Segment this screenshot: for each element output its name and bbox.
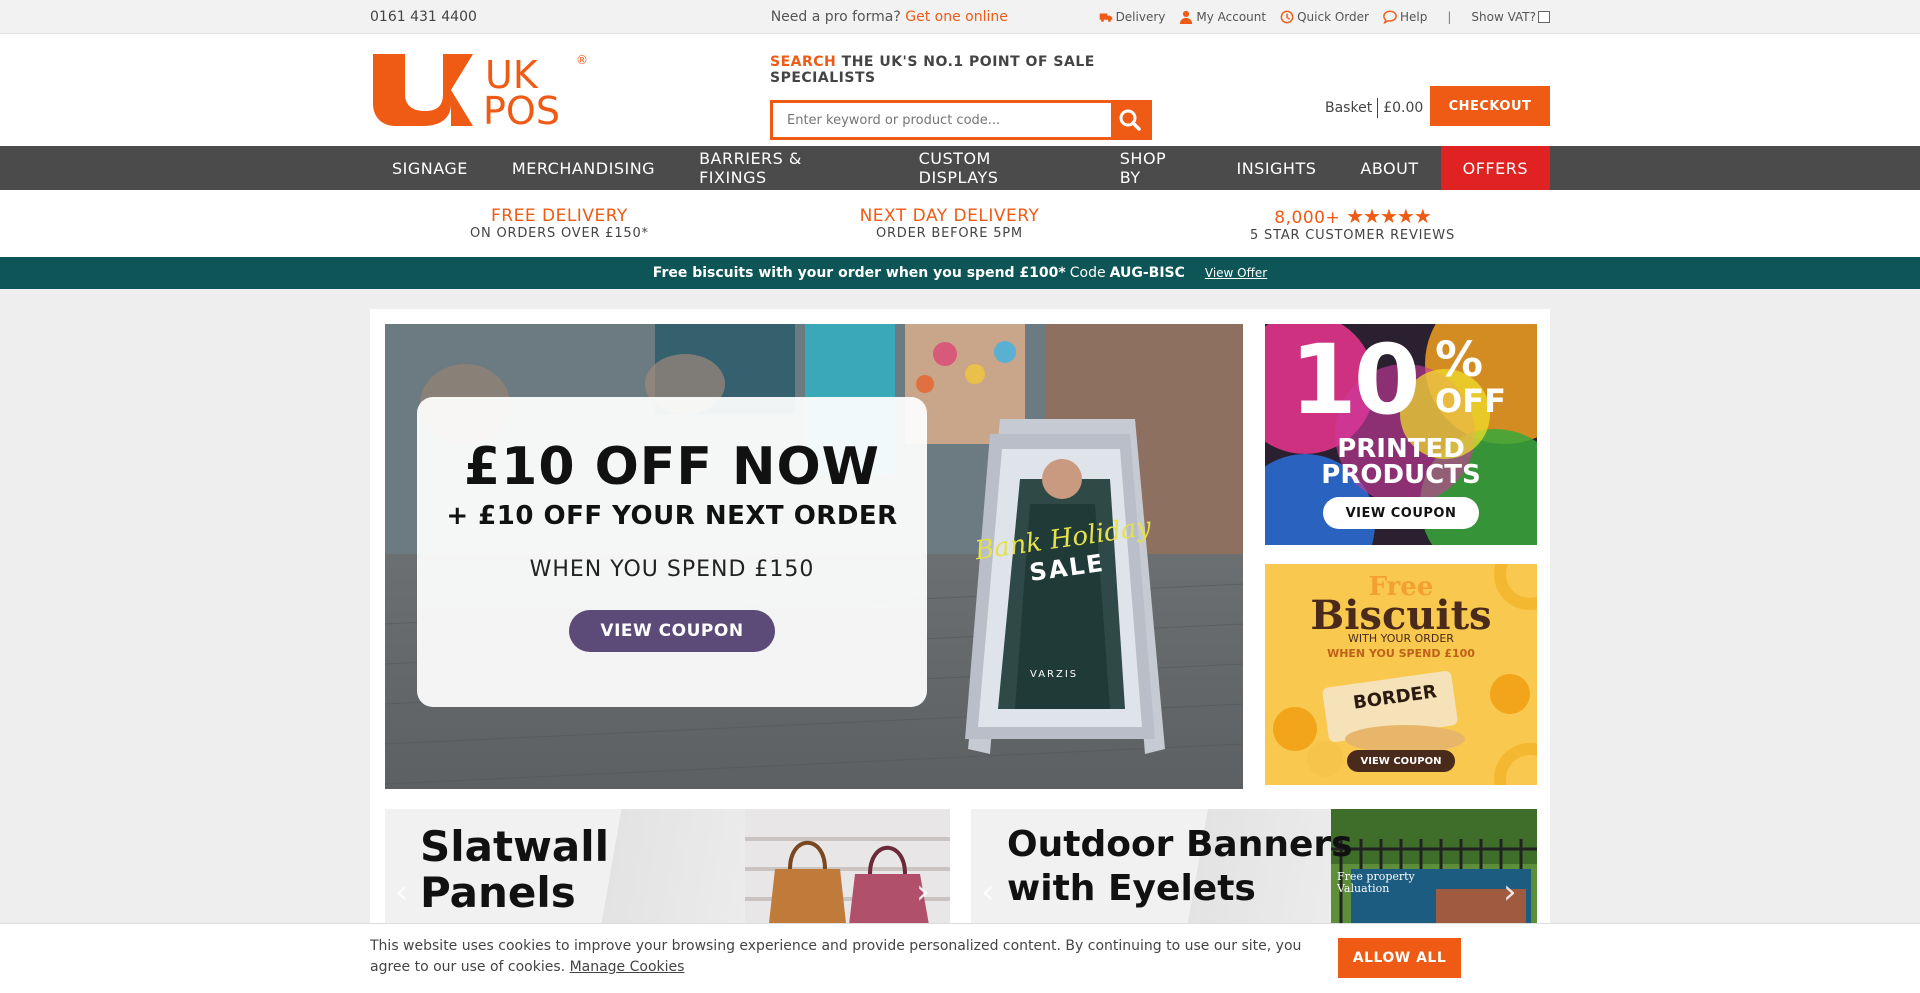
free-biscuits-promo[interactable]: Free Biscuits WITH YOUR ORDER WHEN YOU S… xyxy=(1265,564,1537,785)
slatwall-prev-arrow[interactable]: ‹ xyxy=(395,875,417,909)
utility-links: Delivery My Account Quick Order Help | S… xyxy=(1099,10,1550,24)
printed-products-promo[interactable]: 10 % OFF PRINTED PRODUCTS VIEW COUPON xyxy=(1265,324,1537,545)
hero-offer-card: £10 OFF NOW + £10 OFF YOUR NEXT ORDER WH… xyxy=(417,397,927,707)
outdoor-line1: Outdoor Banners xyxy=(1007,824,1353,865)
promo-spend: WHEN YOU SPEND £100 xyxy=(1327,647,1475,660)
search-icon xyxy=(1119,109,1141,131)
show-vat-toggle[interactable]: Show VAT? xyxy=(1471,10,1550,24)
usp-reviews[interactable]: 8,000+ ★★★★★ 5 STAR CUSTOMER REVIEWS xyxy=(1250,204,1455,243)
basket-total: £0.00 xyxy=(1383,100,1424,116)
tagline: SEARCH THE UK'S NO.1 POINT OF SALE SPECI… xyxy=(770,54,1160,86)
slatwall-title: Slatwall Panels xyxy=(420,824,609,916)
nav-item-offers[interactable]: OFFERS xyxy=(1440,146,1550,190)
slatwall-line1: Slatwall xyxy=(420,822,609,871)
hero-view-coupon-button[interactable]: VIEW COUPON xyxy=(569,610,775,652)
promo-big-number: 10 xyxy=(1290,324,1421,436)
svg-text:®: ® xyxy=(576,54,588,67)
promo-percent: % xyxy=(1435,332,1484,388)
review-count: 8,000+ xyxy=(1274,208,1341,228)
nav-item-barriers-fixings[interactable]: BARRIERS & FIXINGS xyxy=(677,146,897,190)
nav-item-shop-by[interactable]: SHOP BY xyxy=(1098,146,1215,190)
my-account-link[interactable]: My Account xyxy=(1179,10,1266,24)
promo-line-products: PRODUCTS xyxy=(1321,460,1481,490)
show-vat-label: Show VAT? xyxy=(1471,10,1536,24)
cookie-banner: This website uses cookies to improve you… xyxy=(0,923,1920,993)
view-offer-link[interactable]: View Offer xyxy=(1205,266,1267,280)
tagline-highlight: SEARCH xyxy=(770,54,837,70)
usp-subtitle: 5 STAR CUSTOMER REVIEWS xyxy=(1250,228,1455,243)
basket-label: Basket xyxy=(1325,100,1373,116)
a-board-sign: Bank Holiday SALE VARZIS xyxy=(960,409,1170,773)
printed-view-coupon-button[interactable]: VIEW COUPON xyxy=(1323,497,1479,529)
slatwall-next-arrow[interactable]: › xyxy=(916,875,938,909)
nav-item-merchandising[interactable]: MERCHANDISING xyxy=(490,146,677,190)
nav-item-signage[interactable]: SIGNAGE xyxy=(370,146,490,190)
usp-title: NEXT DAY DELIVERY xyxy=(859,206,1040,226)
outdoor-line2: with Eyelets xyxy=(1007,868,1256,909)
ukpos-logo[interactable]: UK POS ® xyxy=(373,53,593,133)
outdoor-banners-title: Outdoor Banners with Eyelets xyxy=(1007,823,1353,911)
promo-with-order: WITH YOUR ORDER xyxy=(1348,632,1454,645)
chat-icon xyxy=(1383,10,1397,24)
user-icon xyxy=(1180,10,1193,24)
hero-banner[interactable]: £10 OFF NOW + £10 OFF YOUR NEXT ORDER WH… xyxy=(385,324,1243,789)
promo-off: OFF xyxy=(1435,382,1506,420)
promo-text: Free biscuits with your order when you s… xyxy=(652,265,1066,281)
outdoor-next-arrow[interactable]: › xyxy=(1503,875,1525,909)
pro-forma-text: Need a pro forma? xyxy=(770,9,901,25)
star-rating-icon: ★★★★★ xyxy=(1346,204,1432,228)
hero-subheadline: + £10 OFF YOUR NEXT ORDER xyxy=(446,501,898,531)
usp-free-delivery[interactable]: FREE DELIVERY ON ORDERS OVER £150* xyxy=(470,206,649,241)
board-brand-text: VARZIS xyxy=(1030,669,1079,680)
nav-item-about[interactable]: ABOUT xyxy=(1338,146,1440,190)
delivery-link[interactable]: Delivery xyxy=(1099,10,1166,24)
search-box xyxy=(770,100,1152,140)
usp-subtitle: ON ORDERS OVER £150* xyxy=(470,226,649,241)
quick-order-label: Quick Order xyxy=(1297,10,1369,24)
search-button[interactable] xyxy=(1111,103,1149,137)
cookie-text: This website uses cookies to improve you… xyxy=(370,938,1302,975)
biscuits-view-coupon-button[interactable]: VIEW COUPON xyxy=(1347,750,1455,772)
svg-text:POS: POS xyxy=(483,89,560,126)
separator: | xyxy=(1447,10,1452,24)
show-vat-checkbox[interactable] xyxy=(1538,11,1550,23)
phone-number[interactable]: 0161 431 4400 xyxy=(370,9,670,25)
checkout-button[interactable]: CHECKOUT xyxy=(1430,86,1550,126)
search-input[interactable] xyxy=(773,103,1111,137)
usp-next-day[interactable]: NEXT DAY DELIVERY ORDER BEFORE 5PM xyxy=(860,206,1040,241)
quick-order-link[interactable]: Quick Order xyxy=(1280,10,1369,24)
cookie-message: This website uses cookies to improve you… xyxy=(370,936,1320,978)
clock-icon xyxy=(1280,10,1294,24)
promo-code-label: Code xyxy=(1069,265,1106,281)
hero-condition: WHEN YOU SPEND £150 xyxy=(529,557,815,582)
promo-line-printed: PRINTED xyxy=(1337,434,1465,464)
truck-icon xyxy=(1099,13,1112,22)
main-nav: SIGNAGE MERCHANDISING BARRIERS & FIXINGS… xyxy=(0,146,1920,190)
my-account-label: My Account xyxy=(1196,10,1267,24)
manage-cookies-link[interactable]: Manage Cookies xyxy=(570,959,685,975)
allow-all-cookies-button[interactable]: ALLOW ALL xyxy=(1338,938,1461,978)
nav-item-insights[interactable]: INSIGHTS xyxy=(1214,146,1338,190)
help-label: Help xyxy=(1399,10,1428,24)
search-area: SEARCH THE UK'S NO.1 POINT OF SALE SPECI… xyxy=(770,54,1160,140)
pro-forma-link[interactable]: Get one online xyxy=(905,9,1008,25)
usp-title: FREE DELIVERY xyxy=(491,206,628,226)
basket-summary[interactable]: Basket £0.00 xyxy=(1325,98,1423,118)
hero-headline: £10 OFF NOW xyxy=(463,437,881,497)
help-link[interactable]: Help xyxy=(1383,10,1427,24)
basket-divider xyxy=(1377,98,1379,118)
slatwall-line2: Panels xyxy=(420,868,576,917)
usp-title: 8,000+ ★★★★★ xyxy=(1250,204,1455,228)
pro-forma-prompt: Need a pro forma? Get one online xyxy=(670,9,1099,25)
header: UK POS ® SEARCH THE UK'S NO.1 POINT OF S… xyxy=(0,34,1920,146)
usp-bar: FREE DELIVERY ON ORDERS OVER £150* NEXT … xyxy=(0,190,1920,257)
outdoor-prev-arrow[interactable]: ‹ xyxy=(981,875,1003,909)
nav-item-custom-displays[interactable]: CUSTOM DISPLAYS xyxy=(897,146,1098,190)
promo-bar: Free biscuits with your order when you s… xyxy=(0,257,1920,289)
delivery-label: Delivery xyxy=(1115,10,1166,24)
usp-subtitle: ORDER BEFORE 5PM xyxy=(875,226,1023,241)
content-panel: £10 OFF NOW + £10 OFF YOUR NEXT ORDER WH… xyxy=(370,309,1550,959)
promo-code: AUG-BISC xyxy=(1109,265,1185,281)
top-bar: 0161 431 4400 Need a pro forma? Get one … xyxy=(0,0,1920,34)
